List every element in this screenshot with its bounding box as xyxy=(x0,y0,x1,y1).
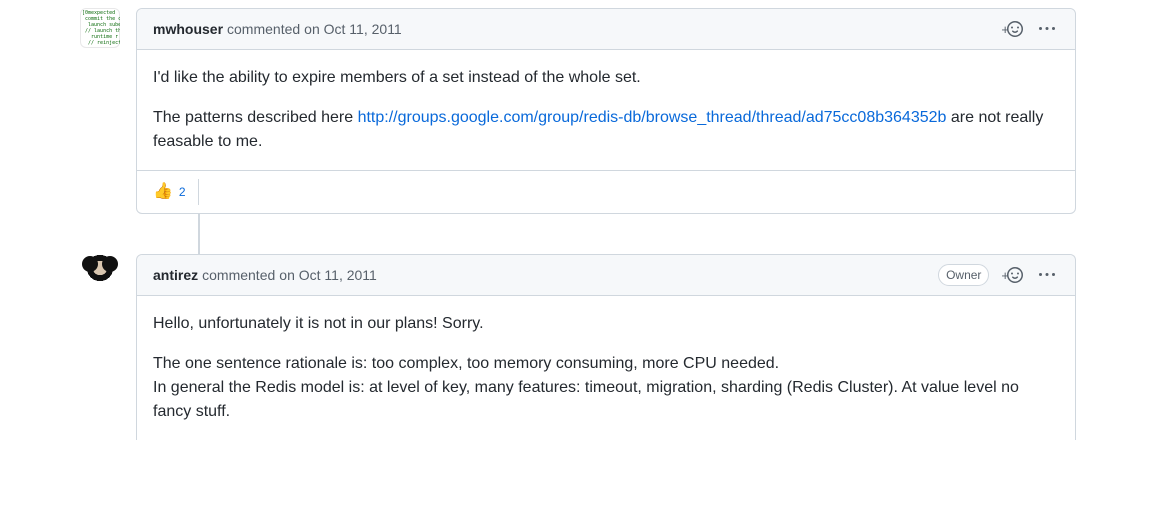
body-paragraph: The patterns described here http://group… xyxy=(153,106,1059,154)
comment: antirez commented on Oct 11, 2011 Owner … xyxy=(136,254,1076,440)
body-paragraph: I'd like the ability to expire members o… xyxy=(153,66,1059,90)
kebab-icon xyxy=(1039,21,1055,37)
comment-header: mwhouser commented on Oct 11, 2011 + xyxy=(137,9,1075,50)
thumbs-up-icon: 👍 xyxy=(153,184,173,200)
text: The one sentence rationale is: too compl… xyxy=(153,355,779,372)
add-reaction-button[interactable]: + xyxy=(997,17,1027,41)
kebab-menu-button[interactable] xyxy=(1035,263,1059,287)
author-link[interactable]: mwhouser xyxy=(153,21,223,37)
text: In general the Redis model is: at level … xyxy=(153,379,1019,420)
issue-thread: [0mexpected commit the chan launch sube… xyxy=(0,0,1156,440)
author-link[interactable]: antirez xyxy=(153,267,198,283)
comment-body: I'd like the ability to expire members o… xyxy=(137,50,1075,170)
kebab-icon xyxy=(1039,267,1055,283)
reaction-count: 2 xyxy=(179,185,186,199)
comment-block: antirez commented on Oct 11, 2011 Owner … xyxy=(80,254,1076,440)
timestamp-link[interactable]: on Oct 11, 2011 xyxy=(279,267,377,283)
external-link[interactable]: http://groups.google.com/group/redis-db/… xyxy=(358,109,947,126)
owner-badge: Owner xyxy=(938,264,989,286)
commented-label: commented xyxy=(202,267,275,283)
comment: mwhouser commented on Oct 11, 2011 + I'd… xyxy=(136,8,1076,214)
body-paragraph: Hello, unfortunately it is not in our pl… xyxy=(153,312,1059,336)
commented-label: commented xyxy=(227,21,300,37)
comment-body: Hello, unfortunately it is not in our pl… xyxy=(137,296,1075,440)
reactions-bar: 👍 2 xyxy=(137,170,1075,213)
body-paragraph: The one sentence rationale is: too compl… xyxy=(153,352,1059,424)
text: The patterns described here xyxy=(153,109,358,126)
add-reaction-button[interactable]: + xyxy=(997,263,1027,287)
avatar[interactable] xyxy=(80,254,120,294)
reaction-thumbs-up[interactable]: 👍 2 xyxy=(137,179,199,205)
smiley-icon xyxy=(1007,267,1023,283)
timestamp-link[interactable]: on Oct 11, 2011 xyxy=(304,21,402,37)
comment-header: antirez commented on Oct 11, 2011 Owner … xyxy=(137,255,1075,296)
kebab-menu-button[interactable] xyxy=(1035,17,1059,41)
smiley-icon xyxy=(1007,21,1023,37)
comment-block: [0mexpected commit the chan launch sube… xyxy=(80,8,1076,230)
timeline-connector xyxy=(80,230,1076,254)
avatar[interactable]: [0mexpected commit the chan launch sube… xyxy=(80,8,120,48)
